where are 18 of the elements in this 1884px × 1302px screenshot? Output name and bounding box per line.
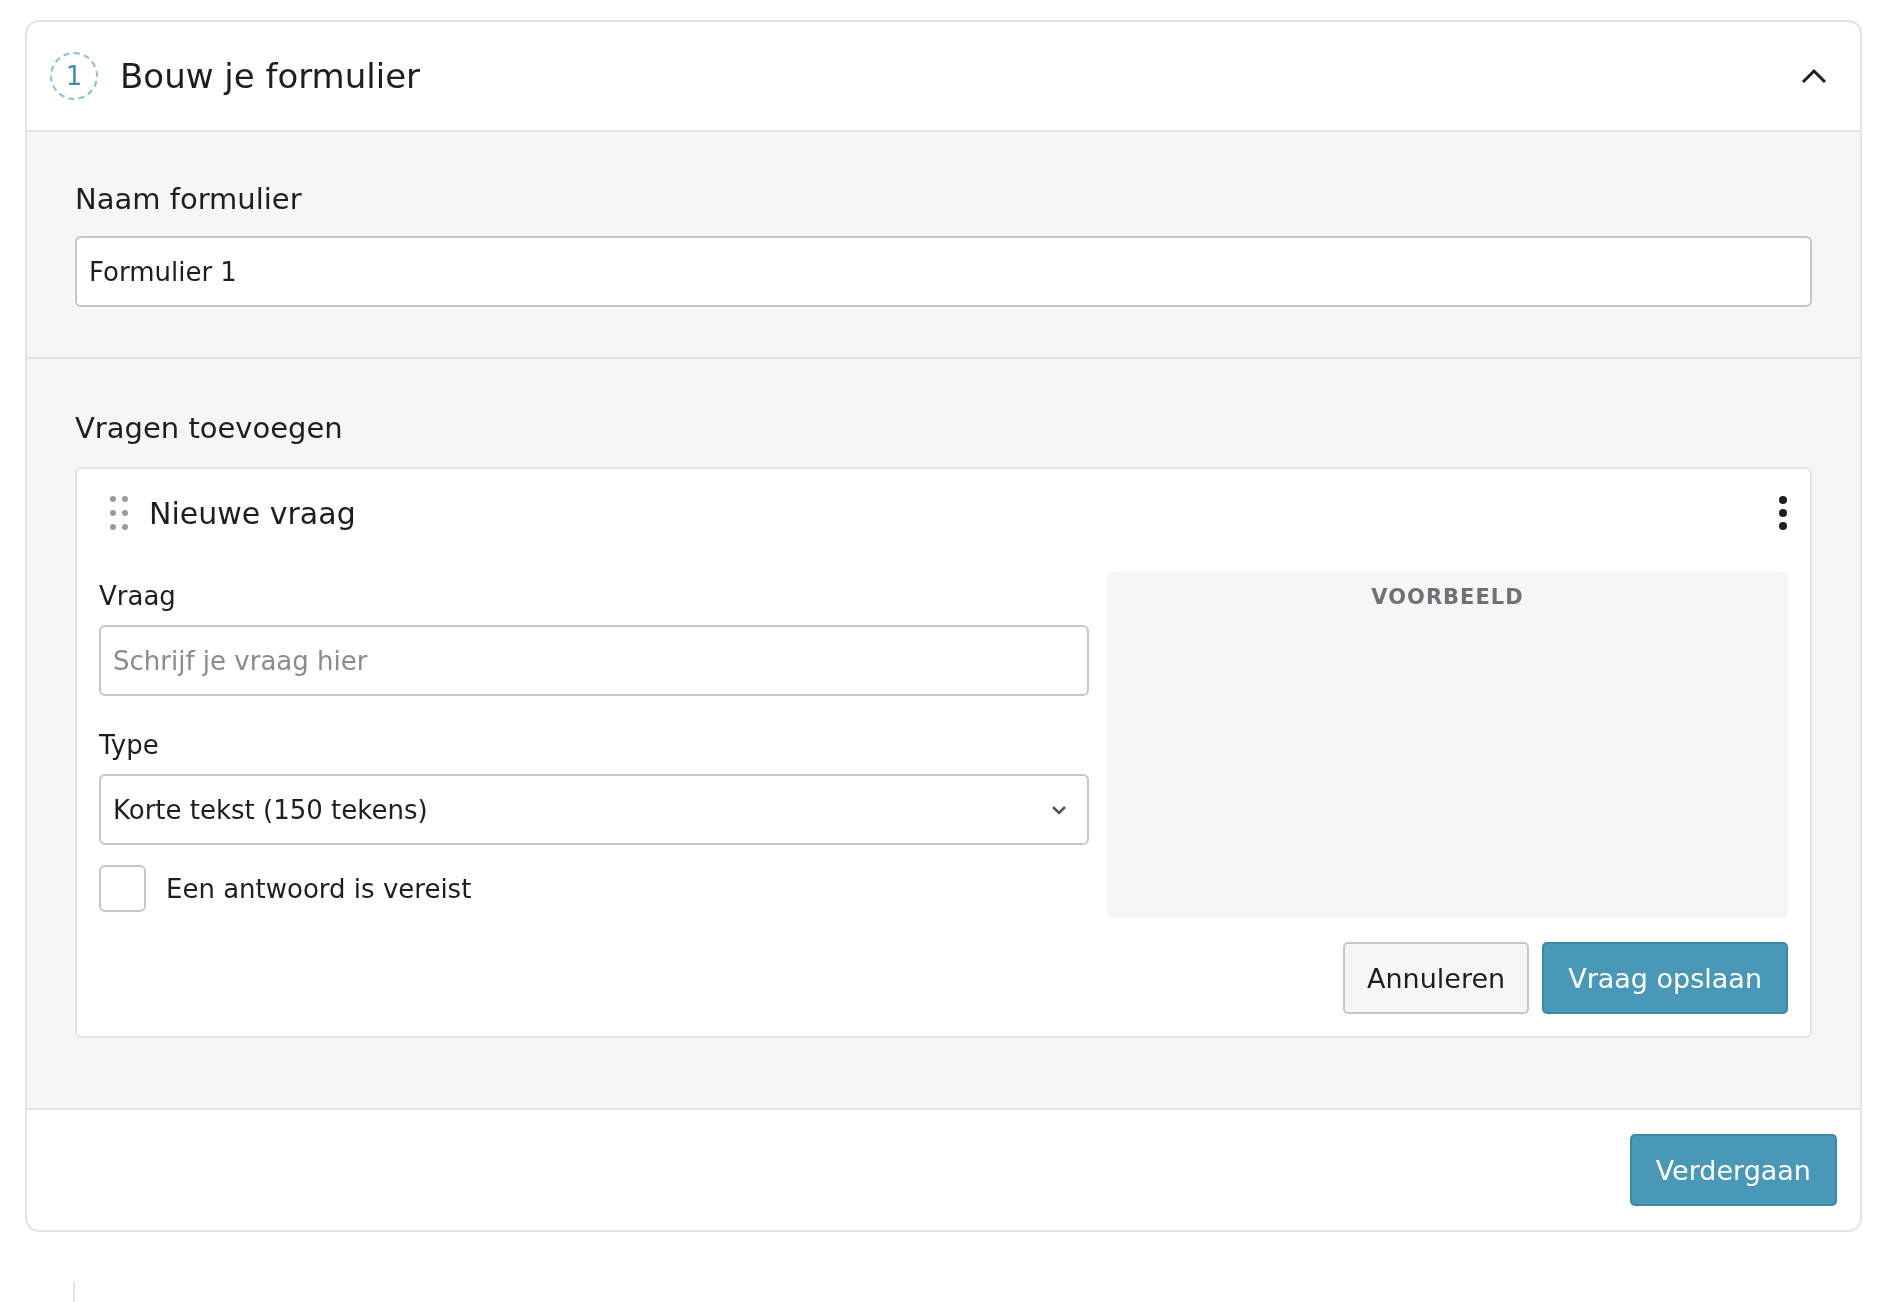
type-select[interactable]: Korte tekst (150 tekens) — [99, 774, 1089, 845]
cancel-button[interactable]: Annuleren — [1343, 942, 1530, 1014]
preview-title: VOORBEELD — [1371, 585, 1524, 611]
section-heading: Vragen toevoegen — [75, 411, 344, 445]
form-name-input[interactable]: Formulier 1 — [75, 236, 1812, 307]
required-checkbox[interactable] — [99, 865, 146, 912]
field-label: Naam formulier — [75, 182, 303, 216]
chevron-down-icon — [1051, 804, 1067, 815]
question-title: Nieuwe vraag — [149, 495, 357, 531]
drag-handle-icon[interactable] — [109, 495, 129, 531]
section-title: Bouw je formulier — [120, 56, 422, 96]
step-number: 1 — [50, 52, 98, 100]
checkbox-label: Een antwoord is vereist — [166, 873, 472, 904]
field-label: Type — [99, 730, 160, 760]
more-options-icon[interactable] — [1778, 495, 1788, 531]
chevron-icon[interactable] — [1800, 67, 1828, 85]
field-label: Vraag — [99, 581, 177, 611]
question-input[interactable]: Schrijf je vraag hier — [99, 625, 1089, 696]
